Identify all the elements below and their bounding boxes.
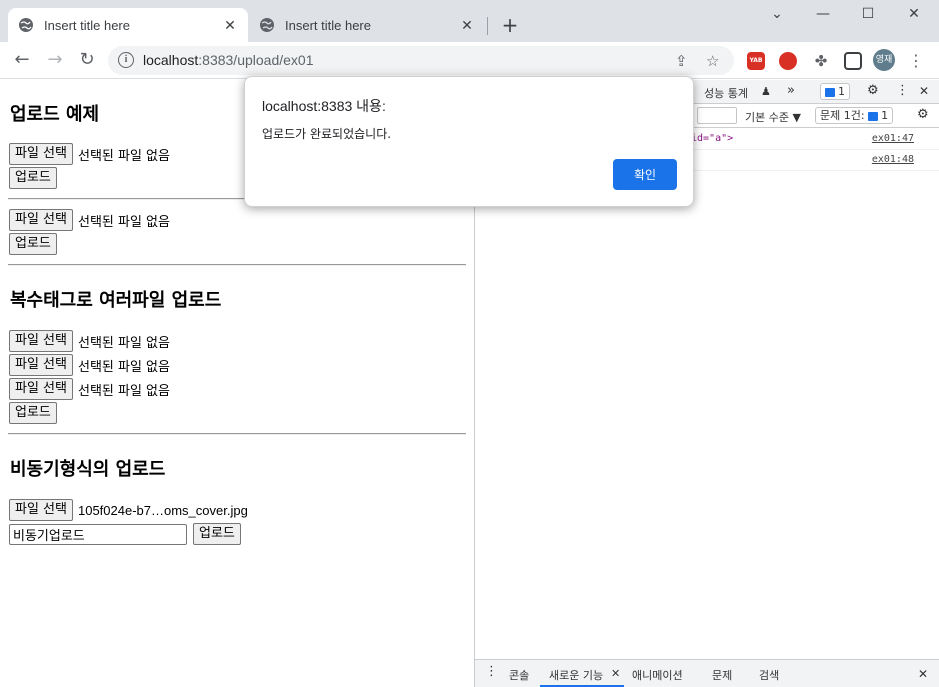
upload-row: 업로드 — [9, 167, 57, 189]
avatar[interactable]: 영재 — [873, 49, 895, 71]
globe-icon — [260, 18, 274, 32]
drawer-tab-close-icon[interactable]: ✕ — [611, 667, 620, 680]
section-title-multi-upload: 복수태그로 여러파일 업로드 — [10, 290, 222, 311]
divider — [8, 433, 466, 435]
more-tabs-icon[interactable]: » — [787, 83, 795, 98]
reload-icon[interactable]: ↻ — [77, 50, 97, 70]
tab-close-icon[interactable]: ✕ — [459, 17, 475, 34]
async-text-input[interactable] — [9, 523, 187, 545]
file-choose-button[interactable]: 파일 선택 — [9, 143, 73, 165]
globe-icon — [19, 18, 33, 32]
file-status: 선택된 파일 없음 — [77, 359, 170, 375]
file-input-row: 파일 선택 105f024e-b7…oms_cover.jpg — [9, 499, 248, 521]
log-fragment: id="a"> — [691, 133, 734, 144]
section-title-async-upload: 비동기형식의 업로드 — [10, 459, 166, 480]
divider — [8, 264, 466, 266]
puzzle-extensions-icon[interactable]: ✤ — [811, 51, 831, 71]
upload-row: 업로드 — [9, 402, 57, 424]
adblock-extension-icon[interactable] — [779, 52, 797, 70]
tab-active[interactable]: Insert title here ✕ — [8, 8, 248, 42]
file-status: 선택된 파일 없음 — [77, 214, 170, 230]
file-choose-button[interactable]: 파일 선택 — [9, 378, 73, 400]
drawer-close-icon[interactable]: ✕ — [918, 667, 928, 681]
file-status: 선택된 파일 없음 — [77, 335, 170, 351]
drawer-tab-console[interactable]: 콘솔 — [509, 667, 529, 683]
forward-arrow-icon[interactable]: → — [45, 50, 65, 70]
new-tab-button[interactable]: + — [499, 14, 521, 36]
source-link[interactable]: ex01:47 — [872, 133, 914, 144]
lighthouse-icon: ♟ — [761, 85, 771, 98]
file-input-row: 파일 선택 선택된 파일 없음 — [9, 378, 170, 400]
tab-search-icon[interactable]: ⌄ — [767, 6, 787, 22]
dialog-title: localhost:8383 내용: — [262, 98, 386, 114]
upload-row: 업로드 — [9, 233, 57, 255]
source-link[interactable]: ex01:48 — [872, 154, 914, 165]
tab-title: Insert title here — [44, 17, 130, 33]
file-status: 선택된 파일 없음 — [77, 383, 170, 399]
drawer-tab-issues[interactable]: 문제 — [712, 667, 732, 683]
tab-title: Insert title here — [285, 17, 371, 33]
issues-button[interactable]: 문제 1건: 1 — [815, 107, 894, 124]
selected-file-name: 105f024e-b7…oms_cover.jpg — [77, 502, 248, 518]
file-input-row: 파일 선택 선택된 파일 없음 — [9, 330, 170, 352]
drawer-tabs: ⋮ 콘솔 새로운 기능 ✕ 애니메이션 문제 검색 ✕ — [475, 659, 939, 687]
upload-button[interactable]: 업로드 — [9, 402, 57, 424]
tab-close-icon[interactable]: ✕ — [222, 17, 238, 34]
share-icon[interactable]: ⇪ — [675, 52, 688, 70]
minimize-button[interactable]: — — [813, 6, 833, 22]
tab-lighthouse[interactable]: 성능 통계 — [704, 85, 748, 101]
browser-window: Insert title here ✕ Insert title here ✕ … — [0, 0, 939, 687]
console-filter-input[interactable] — [697, 107, 737, 124]
file-input-row: 파일 선택 선택된 파일 없음 — [9, 354, 170, 376]
console-settings-icon[interactable]: ⚙ — [917, 107, 929, 122]
tab-inactive[interactable]: Insert title here ✕ — [249, 8, 485, 42]
file-choose-button[interactable]: 파일 선택 — [9, 330, 73, 352]
file-input-row: 파일 선택 선택된 파일 없음 — [9, 143, 170, 165]
file-status: 선택된 파일 없음 — [77, 148, 170, 164]
tab-bar: Insert title here ✕ Insert title here ✕ … — [0, 0, 939, 42]
side-panel-icon[interactable] — [844, 52, 862, 70]
upload-button[interactable]: 업로드 — [9, 233, 57, 255]
section-title-upload-example: 업로드 예제 — [10, 104, 100, 125]
drawer-tab-whats-new[interactable]: 새로운 기능 — [549, 667, 603, 683]
address-bar[interactable]: i localhost:8383/upload/ex01 ⇪ ☆ — [108, 46, 734, 75]
devtools-settings-icon[interactable]: ⚙ — [867, 83, 879, 98]
maximize-button[interactable]: ☐ — [858, 6, 878, 22]
log-level-dropdown[interactable]: 기본 수준 ▼ — [745, 109, 801, 125]
drawer-tab-animations[interactable]: 애니메이션 — [632, 667, 683, 683]
async-upload-button[interactable]: 업로드 — [193, 523, 241, 545]
tab-separator — [487, 17, 488, 35]
file-choose-button[interactable]: 파일 선택 — [9, 499, 73, 521]
async-upload-row: 업로드 — [9, 523, 241, 545]
drawer-tab-search[interactable]: 검색 — [759, 667, 779, 683]
close-window-button[interactable]: ✕ — [904, 6, 924, 22]
message-icon — [825, 87, 835, 97]
yab-extension-icon[interactable]: YAB — [747, 52, 765, 70]
file-choose-button[interactable]: 파일 선택 — [9, 354, 73, 376]
info-icon[interactable]: i — [118, 52, 134, 68]
issue-icon — [868, 111, 879, 121]
file-input-row: 파일 선택 선택된 파일 없음 — [9, 209, 170, 231]
bookmark-star-icon[interactable]: ☆ — [706, 52, 719, 70]
ok-button[interactable]: 확인 — [613, 159, 677, 190]
back-arrow-icon[interactable]: ← — [12, 50, 32, 70]
dialog-message: 업로드가 완료되었습니다. — [262, 127, 392, 141]
devtools-menu-icon[interactable]: ⋮ — [896, 83, 909, 98]
file-choose-button[interactable]: 파일 선택 — [9, 209, 73, 231]
alert-dialog: localhost:8383 내용: 업로드가 완료되었습니다. 확인 — [244, 76, 694, 207]
drawer-menu-icon[interactable]: ⋮ — [485, 664, 498, 679]
devtools-close-icon[interactable]: ✕ — [919, 84, 929, 98]
browser-menu-icon[interactable]: ⋮ — [908, 51, 924, 70]
upload-button[interactable]: 업로드 — [9, 167, 57, 189]
messages-badge[interactable]: 1 — [820, 83, 850, 100]
url-text[interactable]: localhost:8383/upload/ex01 — [143, 52, 313, 68]
browser-toolbar: ← → ↻ i localhost:8383/upload/ex01 ⇪ ☆ Y… — [0, 42, 939, 79]
